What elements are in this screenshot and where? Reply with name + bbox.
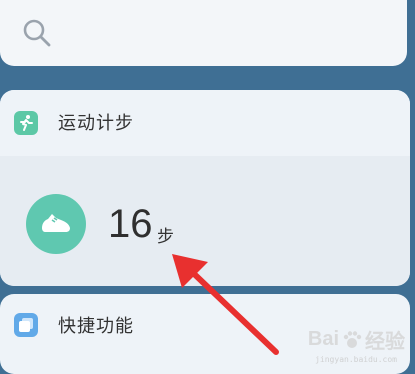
- step-counter-card[interactable]: 运动计步 16 步: [0, 90, 410, 286]
- step-count-unit: 步: [157, 227, 174, 247]
- search-icon[interactable]: [22, 18, 52, 48]
- step-counter-header: 运动计步: [0, 90, 410, 156]
- watermark-suffix: 经验: [365, 331, 405, 353]
- running-person-icon: [14, 111, 38, 135]
- shortcut-square-icon: [14, 313, 38, 337]
- watermark-brand: Bai: [307, 328, 339, 350]
- step-counter-body[interactable]: 16 步: [0, 156, 410, 286]
- step-count-value: 16: [108, 202, 153, 246]
- shortcuts-title: 快捷功能: [58, 316, 134, 337]
- step-counter-title: 运动计步: [58, 113, 134, 134]
- watermark-url: jingyan.baidu.com: [315, 355, 397, 364]
- search-card[interactable]: [0, 0, 407, 66]
- baidu-watermark-logo: Bai 经验: [308, 325, 405, 354]
- paw-icon: [343, 330, 362, 348]
- shoe-icon: [26, 194, 86, 254]
